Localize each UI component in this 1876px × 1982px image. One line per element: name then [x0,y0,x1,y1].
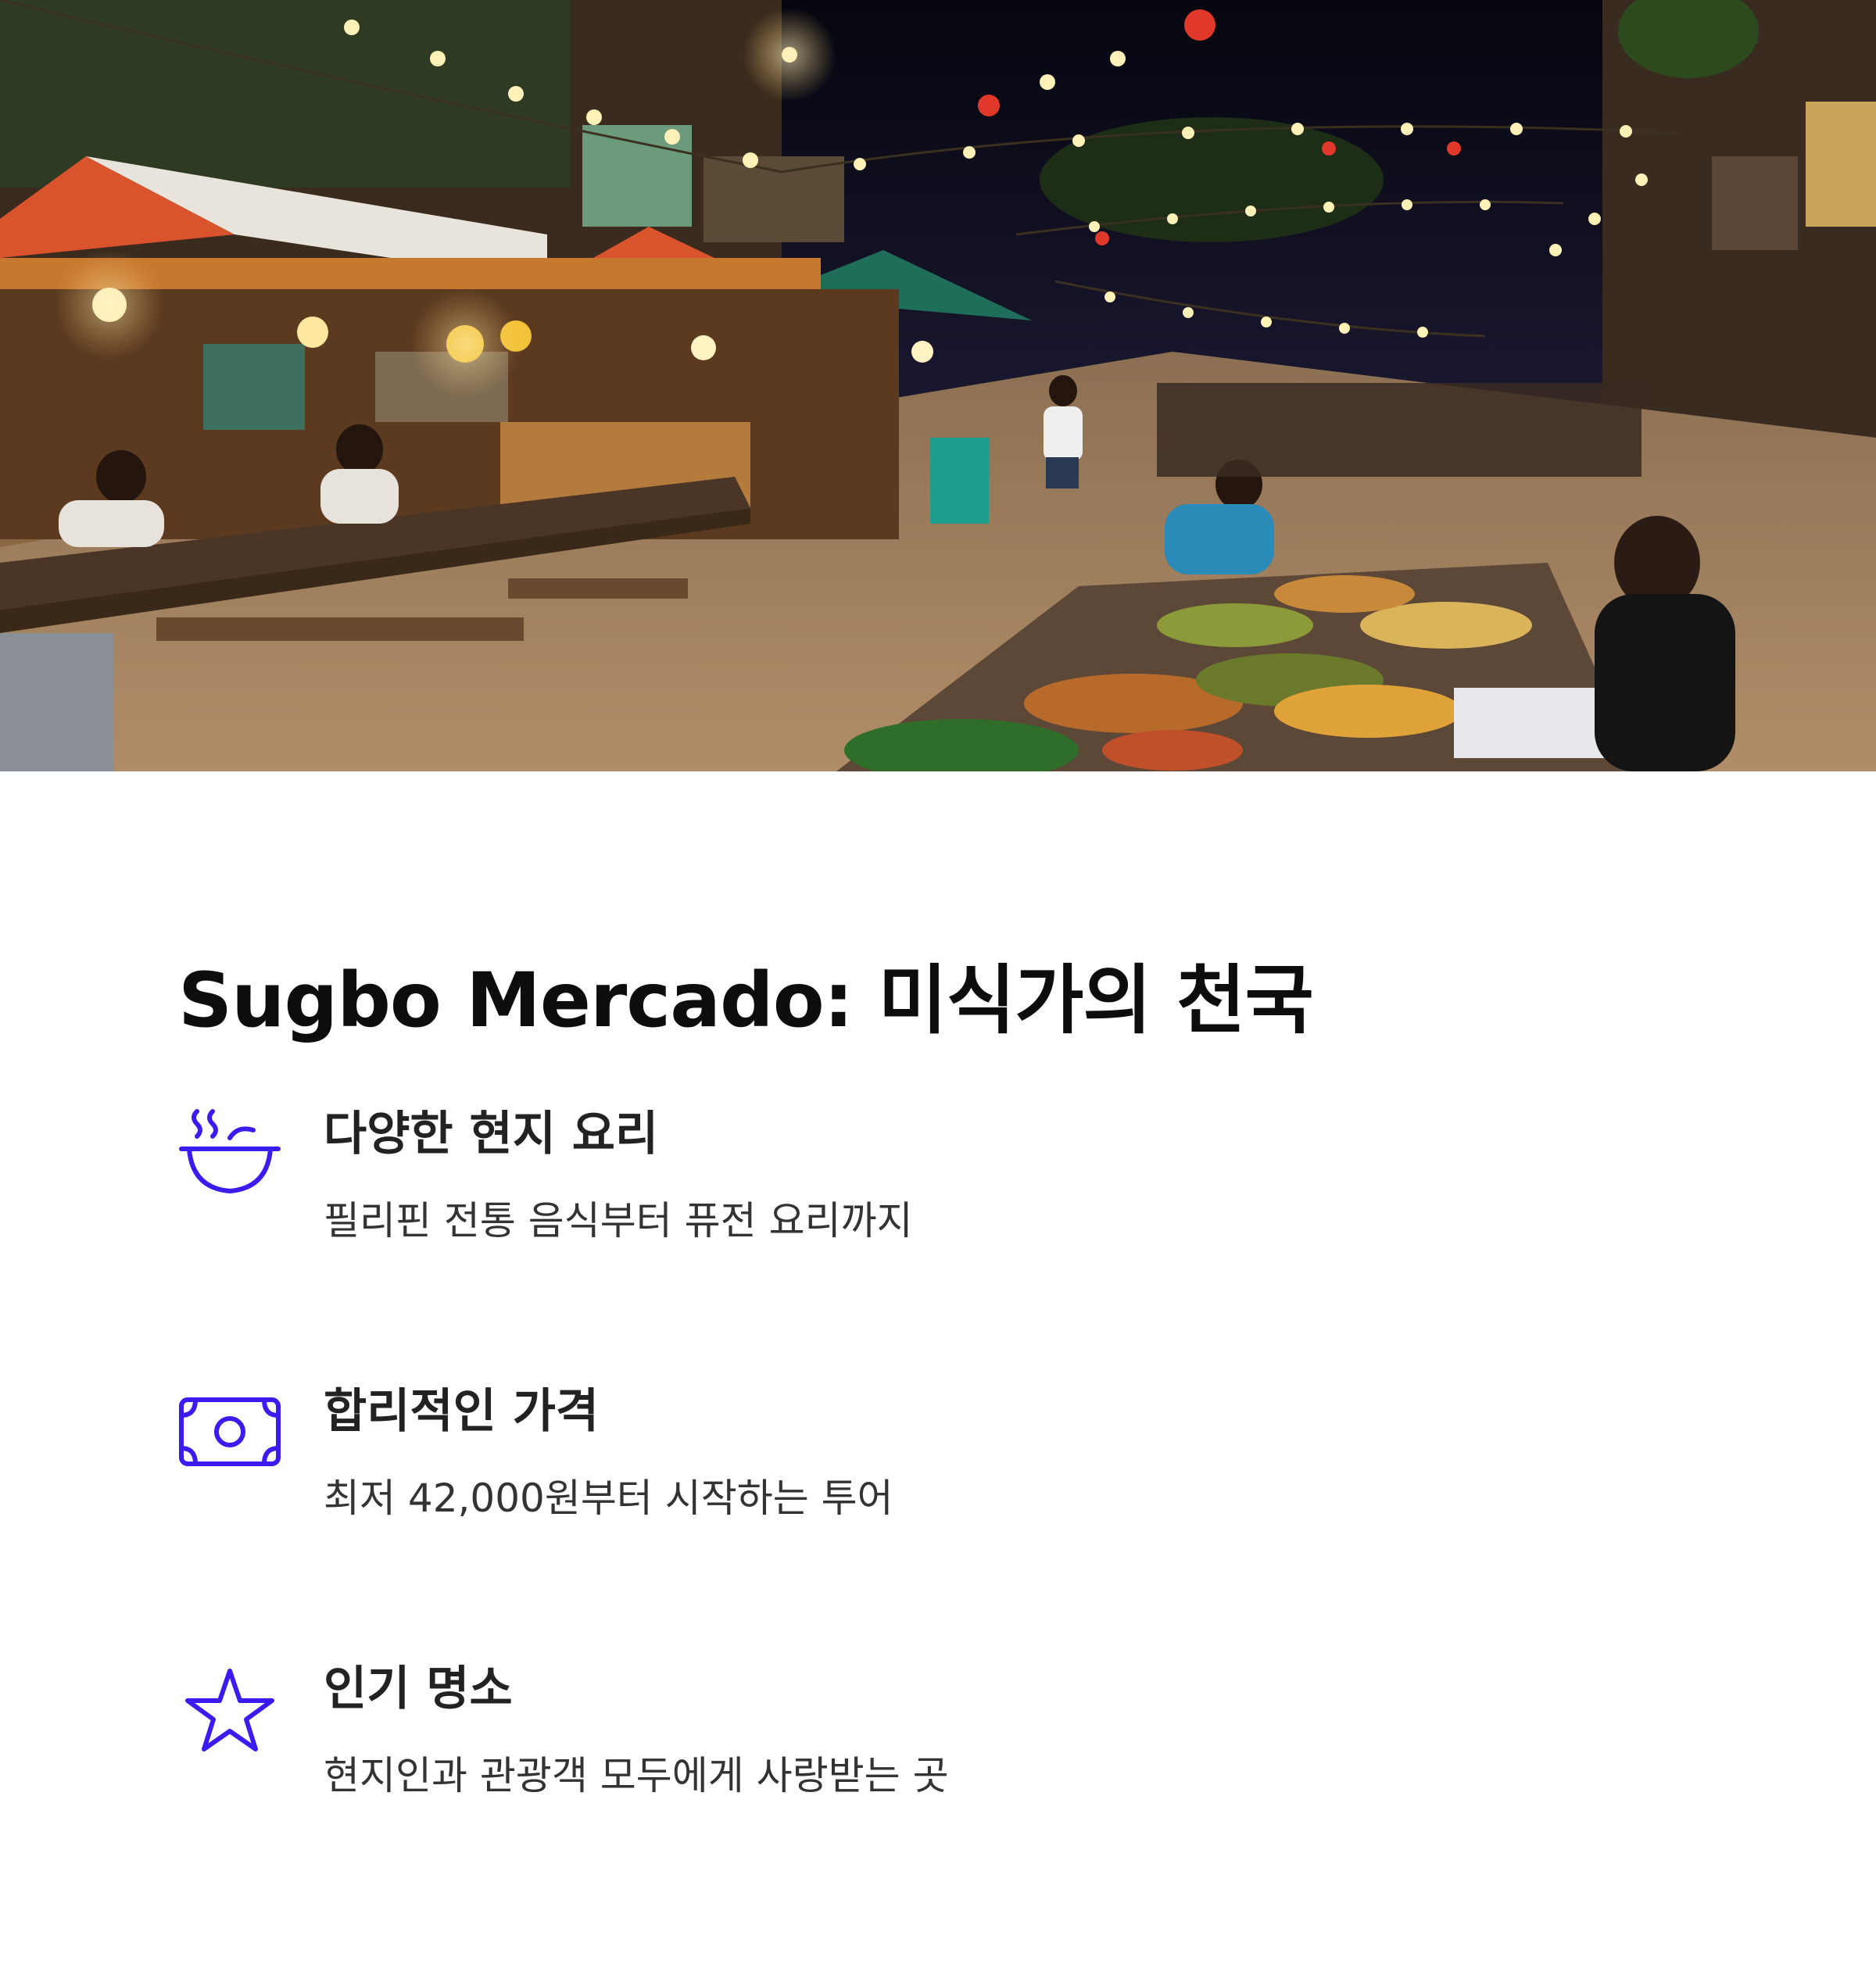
feature-description: 최저 42,000원부터 시작하는 투어 [324,1476,893,1521]
feature-title: 인기 명소 [324,1662,513,1716]
feature-item-local-cuisine: 다양한 현지 요리 필리핀 전통 음식부터 퓨전 요리까지 [178,1096,1742,1283]
star-icon [178,1658,281,1762]
money-icon [178,1381,281,1484]
feature-description: 필리핀 전통 음식부터 퓨전 요리까지 [324,1198,913,1243]
feature-item-price: 합리적인 가격 최저 42,000원부터 시작하는 투어 [178,1373,1742,1561]
hero-image [0,0,1876,771]
feature-description: 현지인과 관광객 모두에게 사랑받는 곳 [324,1753,949,1798]
feature-title: 합리적인 가격 [324,1384,600,1439]
feature-title: 다양한 현지 요리 [324,1107,659,1161]
feature-item-popular-spot: 인기 명소 현지인과 관광객 모두에게 사랑받는 곳 [178,1651,1742,1838]
night-market-illustration [0,0,1876,771]
bowl-icon [178,1104,281,1207]
content-section: Sugbo Mercado: 미식가의 천국 다양한 현지 요리 필리핀 전통 … [0,771,1876,1982]
page-title: Sugbo Mercado: 미식가의 천국 [178,957,1314,1044]
